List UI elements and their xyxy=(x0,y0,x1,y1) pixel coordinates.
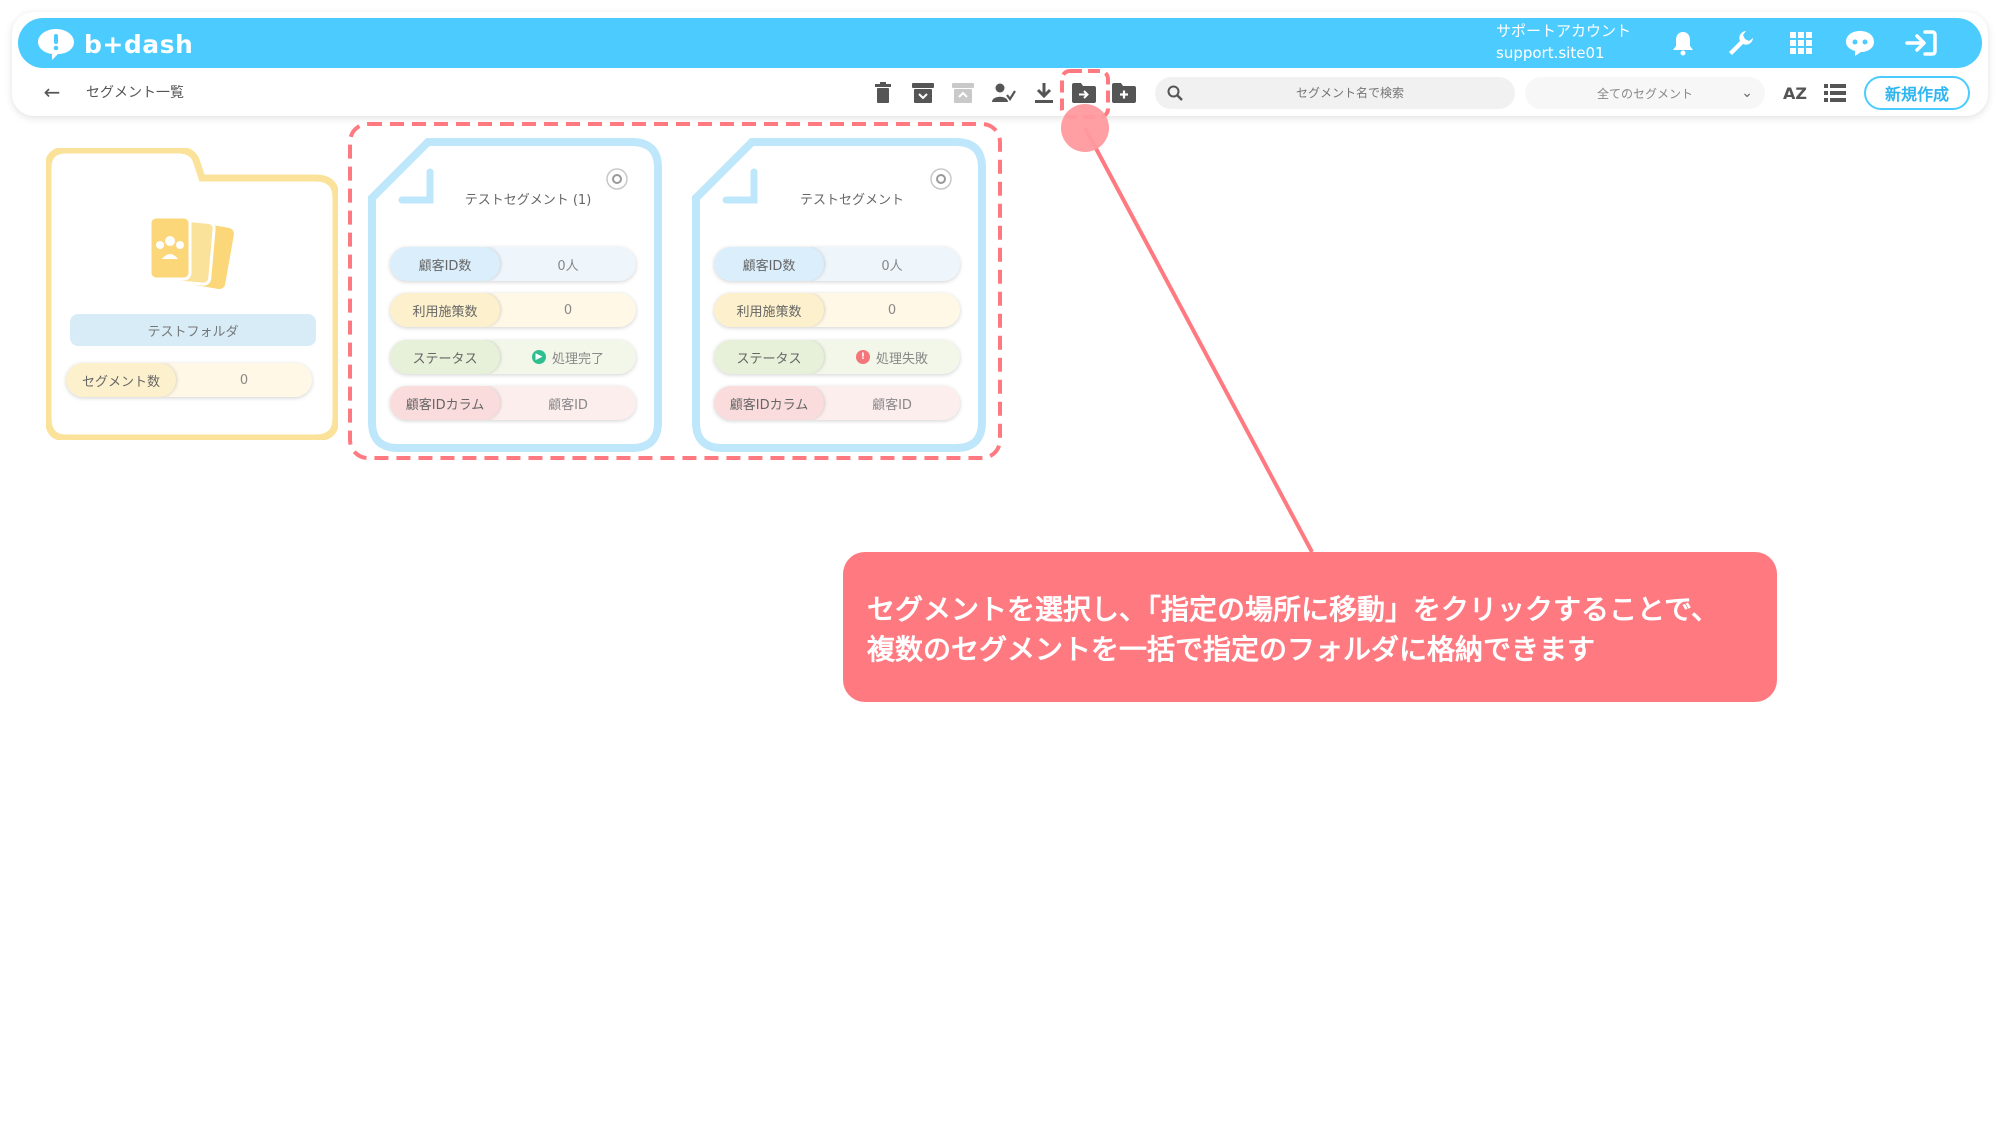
callout-line-2: 複数のセグメントを一括で指定のフォルダに格納できます xyxy=(867,633,1596,666)
leader-line xyxy=(1083,127,1314,553)
selection-highlight xyxy=(348,122,1002,460)
pointer-dot xyxy=(1061,104,1109,152)
callout-line-1: セグメントを選択し、「指定の場所に移動」をクリックすることで、 xyxy=(867,593,1720,626)
instruction-callout: セグメントを選択し、「指定の場所に移動」をクリックすることで、 複数のセグメント… xyxy=(843,552,1777,702)
